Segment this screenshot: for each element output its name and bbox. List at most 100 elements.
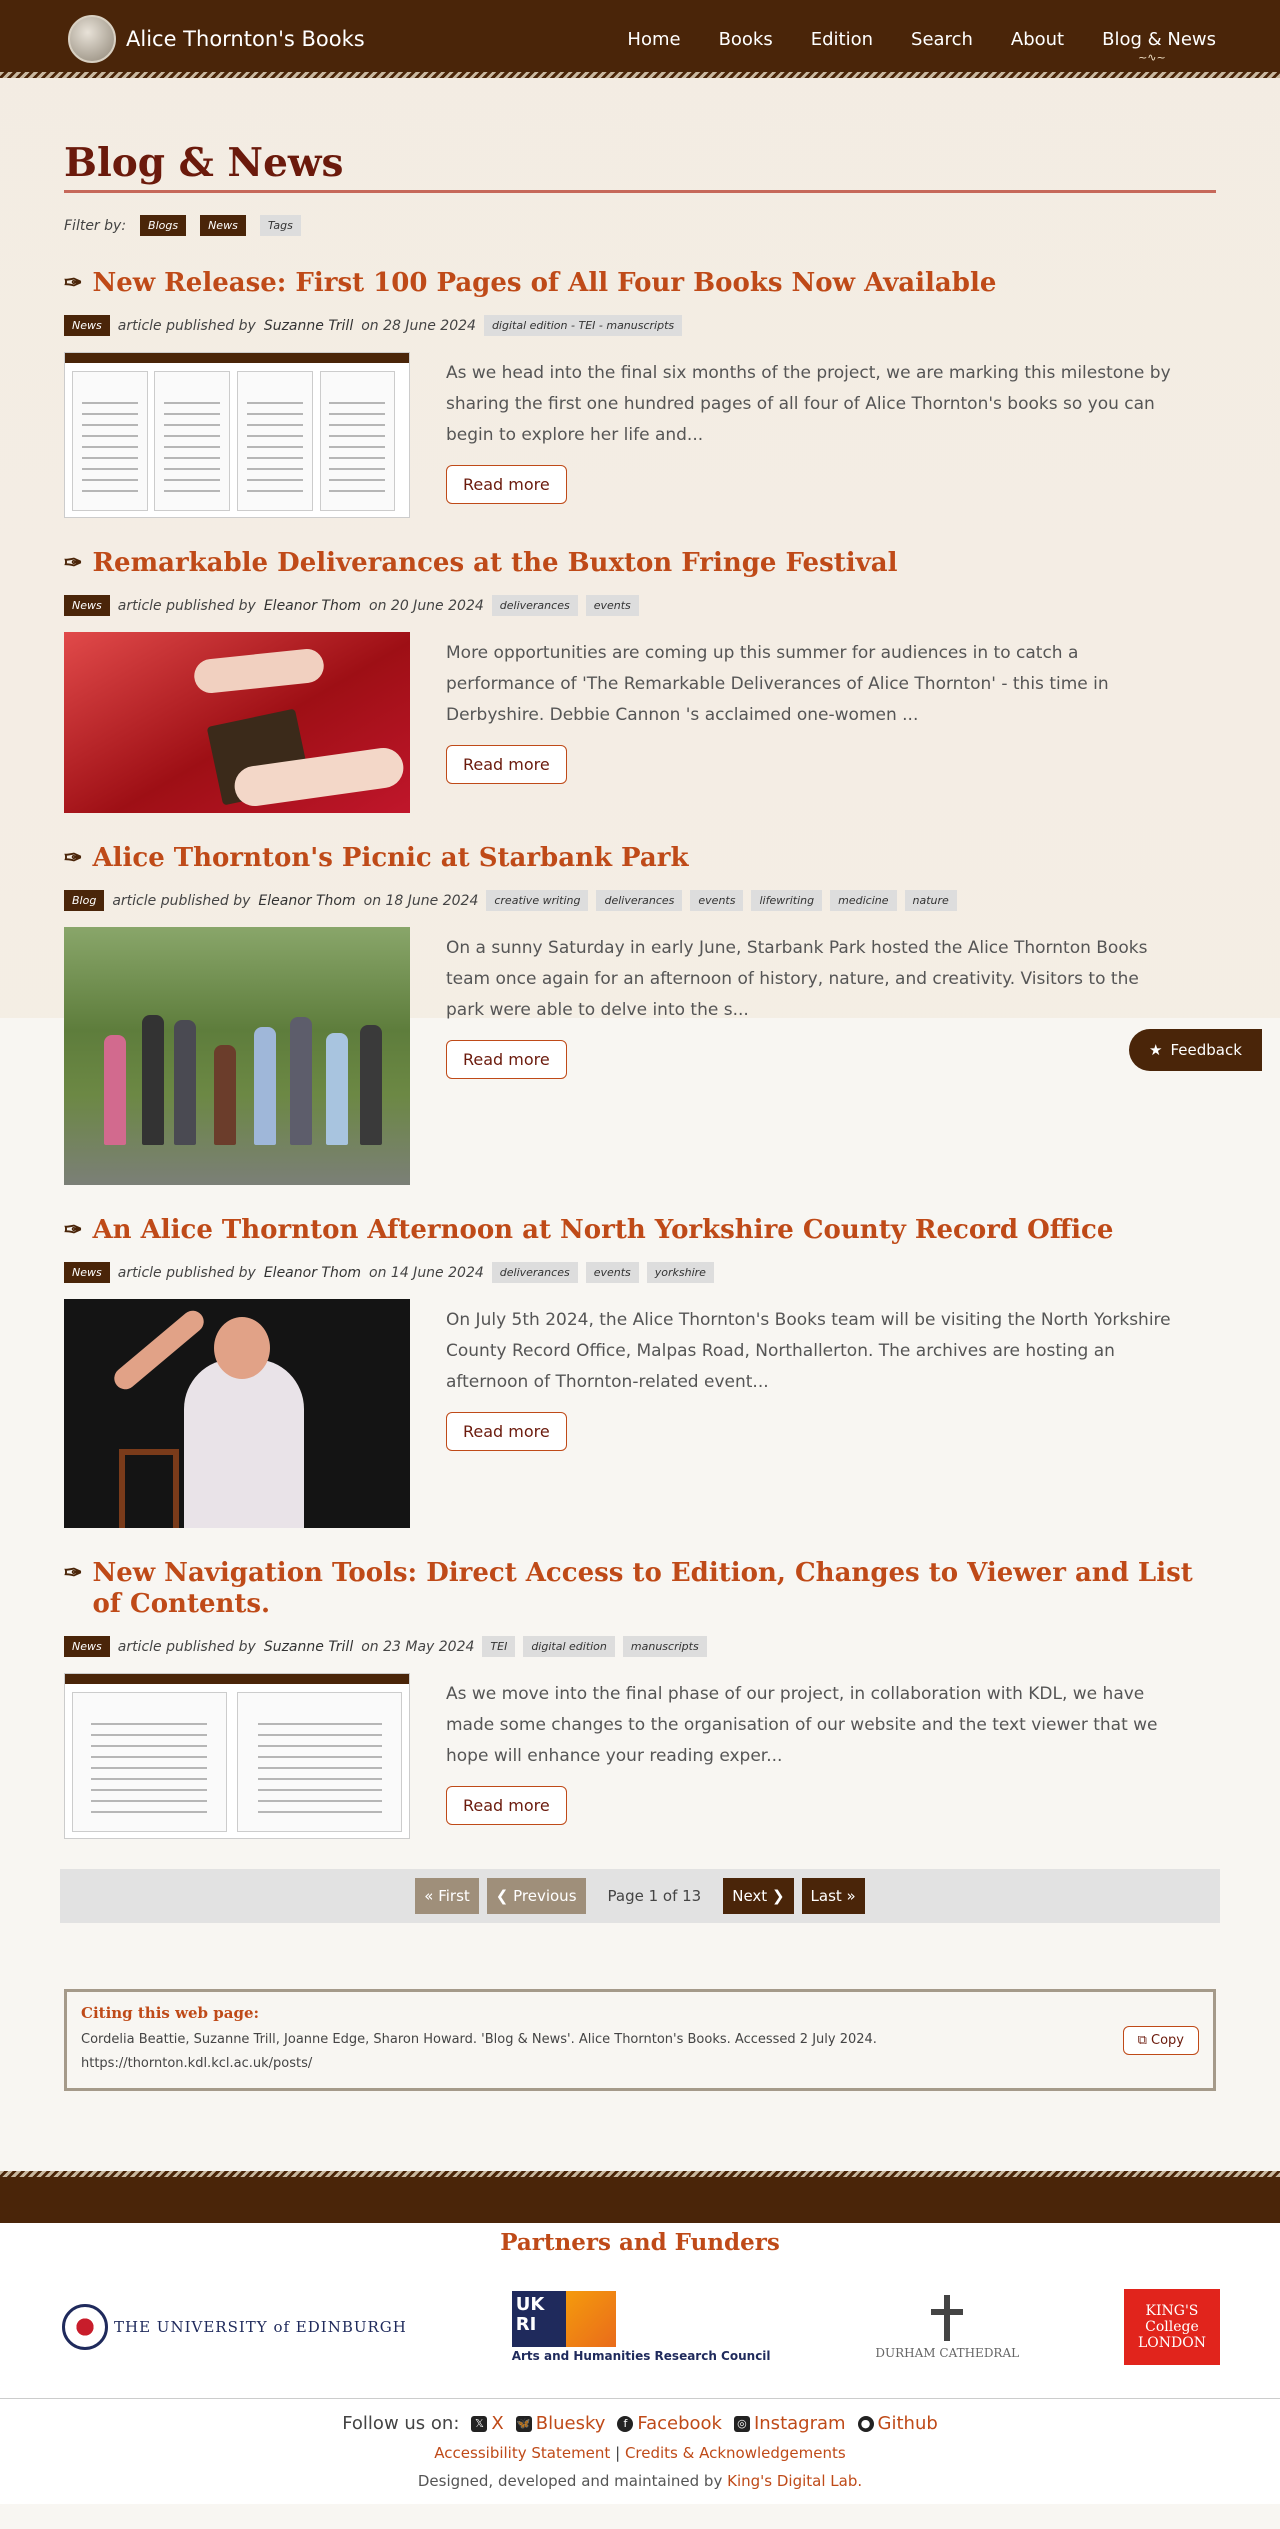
feedback-button[interactable]: ★ Feedback <box>1129 1029 1262 1071</box>
meta-prefix: article published by <box>117 317 256 334</box>
credit-line: Designed, developed and maintained by Ki… <box>0 2472 1280 2494</box>
social-link-github[interactable]: ● Github <box>857 2413 938 2434</box>
post-tag[interactable]: medicine <box>830 890 897 911</box>
main-content: Blog & News Filter by: Blogs News Tags ✑… <box>0 78 1280 2131</box>
person-shape <box>290 1017 312 1145</box>
person-shape <box>360 1025 382 1145</box>
site-title: Alice Thornton's Books <box>126 27 365 51</box>
credit-prefix: Designed, developed and maintained by <box>417 2472 723 2490</box>
copy-citation-button[interactable]: ⧉ Copy <box>1122 2025 1199 2055</box>
post-thumbnail[interactable] <box>64 1299 410 1528</box>
partners-title: Partners and Funders <box>500 2229 780 2256</box>
social-link-x[interactable]: 𝕏X <box>471 2413 504 2434</box>
kings-college-london-logo[interactable]: KING'S College LONDON <box>1123 2289 1220 2365</box>
post-title-text[interactable]: New Navigation Tools: Direct Access to E… <box>92 1558 1216 1620</box>
post-title-text[interactable]: Alice Thornton's Picnic at Starbank Park <box>92 843 688 874</box>
nav-about[interactable]: About <box>1011 29 1064 50</box>
post-tag[interactable]: lifewriting <box>751 890 823 911</box>
post-tag[interactable]: creative writing <box>486 890 589 911</box>
post-meta: News article published by Suzanne Trill … <box>64 1636 1216 1657</box>
nav-blog-news[interactable]: Blog & News <box>1102 29 1216 64</box>
post-tag[interactable]: deliverances <box>491 1262 578 1283</box>
filter-bar: Filter by: Blogs News Tags <box>64 215 1216 236</box>
post-tag[interactable]: TEI <box>482 1636 516 1657</box>
link-separator: | <box>615 2444 621 2462</box>
post-tag[interactable]: manuscripts <box>622 1636 707 1657</box>
citation-url: https://thornton.kdl.kcl.ac.uk/posts/ <box>81 2056 313 2071</box>
post-date: on 20 June 2024 <box>369 597 484 614</box>
thumbnail-page <box>154 371 231 511</box>
post-tag[interactable]: digital edition - TEI - manuscripts <box>483 315 683 336</box>
credits-link[interactable]: Credits & Acknowledgements <box>625 2444 846 2462</box>
social-label: Bluesky <box>535 2413 606 2434</box>
read-more-button[interactable]: Read more <box>446 745 567 784</box>
social-link-facebook[interactable]: f Facebook <box>617 2413 722 2434</box>
person-shape <box>104 1035 126 1145</box>
filter-blogs-button[interactable]: Blogs <box>140 215 187 236</box>
site-footer: Follow us on: 𝕏X 🦋 Bluesky f Facebook ◎ Ins… <box>0 2398 1280 2504</box>
post-tag[interactable]: deliverances <box>491 595 578 616</box>
post-excerpt: As we head into the final six months of … <box>446 363 1171 445</box>
post-thumbnail[interactable] <box>64 352 410 518</box>
filter-tags-button[interactable]: Tags <box>259 215 301 236</box>
first-page-button[interactable]: « First <box>415 1878 479 1914</box>
post-body: On July 5th 2024, the Alice Thornton's B… <box>64 1299 1216 1528</box>
previous-page-button[interactable]: ❮ Previous <box>486 1878 586 1914</box>
post-title-text[interactable]: New Release: First 100 Pages of All Four… <box>92 268 996 299</box>
post-title-text[interactable]: An Alice Thornton Afternoon at North Yor… <box>92 1215 1113 1246</box>
post-item: ✑ New Release: First 100 Pages of All Fo… <box>64 268 1216 518</box>
ukri-mark: UK RI <box>511 2291 616 2347</box>
site-brand[interactable]: Alice Thornton's Books <box>68 15 365 63</box>
person-shape <box>214 1045 236 1145</box>
instagram-icon: ◎ <box>733 2415 750 2432</box>
post-type-badge[interactable]: News <box>64 1262 110 1283</box>
post-title[interactable]: ✑ An Alice Thornton Afternoon at North Y… <box>64 1215 1216 1246</box>
social-link-instagram[interactable]: ◎ Instagram <box>733 2413 846 2434</box>
post-type-badge[interactable]: News <box>64 1636 110 1657</box>
nav-edition[interactable]: Edition <box>811 29 873 50</box>
last-page-button[interactable]: Last » <box>801 1878 865 1914</box>
post-title[interactable]: ✑ Remarkable Deliverances at the Buxton … <box>64 548 1216 579</box>
post-tag[interactable]: nature <box>904 890 957 911</box>
read-more-button[interactable]: Read more <box>446 1412 567 1451</box>
nav-books[interactable]: Books <box>719 29 773 50</box>
nav-search[interactable]: Search <box>911 29 973 50</box>
thumbnail-page <box>71 371 148 511</box>
social-link-bluesky[interactable]: 🦋 Bluesky <box>515 2413 606 2434</box>
post-tag[interactable]: digital edition <box>523 1636 615 1657</box>
facebook-icon: f <box>617 2415 634 2432</box>
github-icon: ● <box>857 2415 874 2432</box>
accessibility-link[interactable]: Accessibility Statement <box>434 2444 610 2462</box>
post-tag[interactable]: events <box>585 595 639 616</box>
post-type-badge[interactable]: Blog <box>64 890 105 911</box>
kdl-link[interactable]: King's Digital Lab. <box>727 2472 862 2490</box>
post-tag[interactable]: events <box>690 890 744 911</box>
post-body: More opportunities are coming up this su… <box>64 632 1216 813</box>
meta-prefix: article published by <box>117 597 256 614</box>
post-type-badge[interactable]: News <box>64 315 110 336</box>
post-title[interactable]: ✑ New Release: First 100 Pages of All Fo… <box>64 268 1216 299</box>
post-date: on 23 May 2024 <box>361 1638 475 1655</box>
person-shape <box>326 1033 348 1145</box>
post-tag[interactable]: deliverances <box>596 890 683 911</box>
post-summary: As we move into the final phase of our p… <box>446 1673 1176 1825</box>
ukri-ahrc-logo[interactable]: UK RI Arts and Humanities Research Counc… <box>511 2291 771 2363</box>
nav-home[interactable]: Home <box>627 29 680 50</box>
read-more-button[interactable]: Read more <box>446 1786 567 1825</box>
post-title-text[interactable]: Remarkable Deliverances at the Buxton Fr… <box>92 548 897 579</box>
post-title[interactable]: ✑ Alice Thornton's Picnic at Starbank Pa… <box>64 843 1216 874</box>
post-title[interactable]: ✑ New Navigation Tools: Direct Access to… <box>64 1558 1216 1620</box>
post-type-badge[interactable]: News <box>64 595 110 616</box>
durham-cathedral-logo[interactable]: DURHAM CATHEDRAL <box>875 2294 1019 2360</box>
post-tag[interactable]: events <box>585 1262 639 1283</box>
post-thumbnail[interactable] <box>64 1673 410 1839</box>
university-of-edinburgh-logo[interactable]: THE UNIVERSITY of EDINBURGH <box>62 2304 407 2350</box>
filter-news-button[interactable]: News <box>200 215 246 236</box>
post-thumbnail[interactable] <box>64 927 410 1185</box>
social-label: X <box>491 2413 504 2434</box>
post-tag[interactable]: yorkshire <box>646 1262 714 1283</box>
read-more-button[interactable]: Read more <box>446 1040 567 1079</box>
post-thumbnail[interactable] <box>64 632 410 813</box>
next-page-button[interactable]: Next ❯ <box>723 1878 794 1914</box>
read-more-button[interactable]: Read more <box>446 465 567 504</box>
